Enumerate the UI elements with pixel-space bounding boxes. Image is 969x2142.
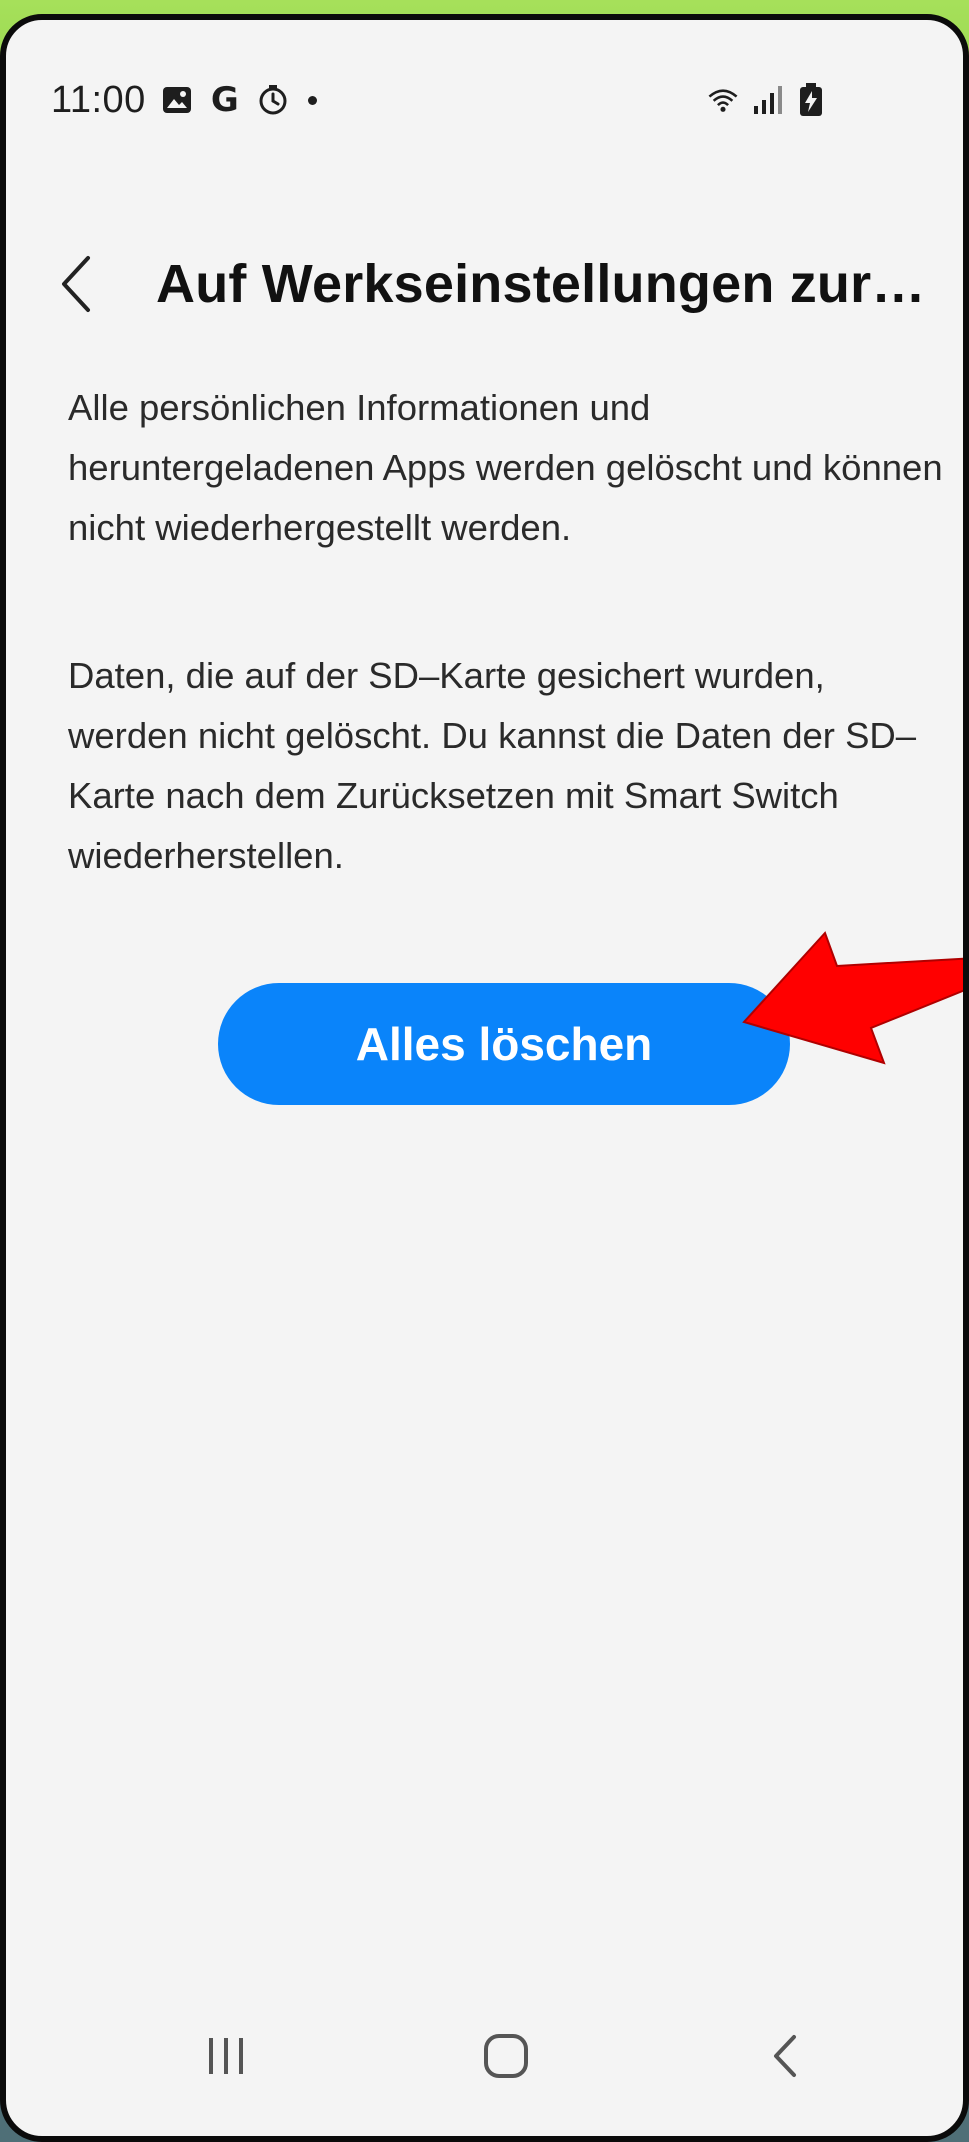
google-icon: G	[210, 80, 239, 120]
app-header: Auf Werkseinstellungen zur…	[46, 238, 926, 330]
navigation-bar	[6, 2016, 963, 2096]
signal-icon	[750, 83, 784, 117]
back-icon	[774, 2035, 796, 2077]
page-title: Auf Werkseinstellungen zur…	[156, 254, 926, 314]
recents-button[interactable]	[186, 2016, 266, 2096]
dot-icon	[307, 95, 317, 105]
status-left: 11:00 G	[51, 79, 317, 122]
phone-screen: 11:00 G Auf Werkseinstellungen zur… Alle…	[0, 14, 969, 2142]
battery-charging-icon	[794, 83, 828, 117]
status-time: 11:00	[51, 78, 146, 121]
home-icon	[484, 2034, 528, 2078]
info-paragraph-sd-card: Daten, die auf der SD–Karte gesichert wu…	[68, 655, 917, 876]
delete-all-button[interactable]: Alles löschen	[218, 983, 790, 1105]
wifi-icon	[706, 83, 740, 117]
home-button[interactable]	[466, 2016, 546, 2096]
nav-back-button[interactable]	[746, 2016, 826, 2096]
red-arrow-annotation	[742, 931, 963, 1065]
recents-icon	[209, 2038, 243, 2074]
status-right	[706, 83, 828, 117]
back-button[interactable]	[46, 244, 106, 324]
status-bar: 11:00 G	[51, 70, 918, 130]
timer-icon	[256, 83, 290, 117]
chevron-left-icon	[62, 256, 90, 312]
info-paragraph-apps: Alle persönlichen Informationen und heru…	[68, 387, 943, 548]
gallery-icon	[160, 83, 194, 117]
